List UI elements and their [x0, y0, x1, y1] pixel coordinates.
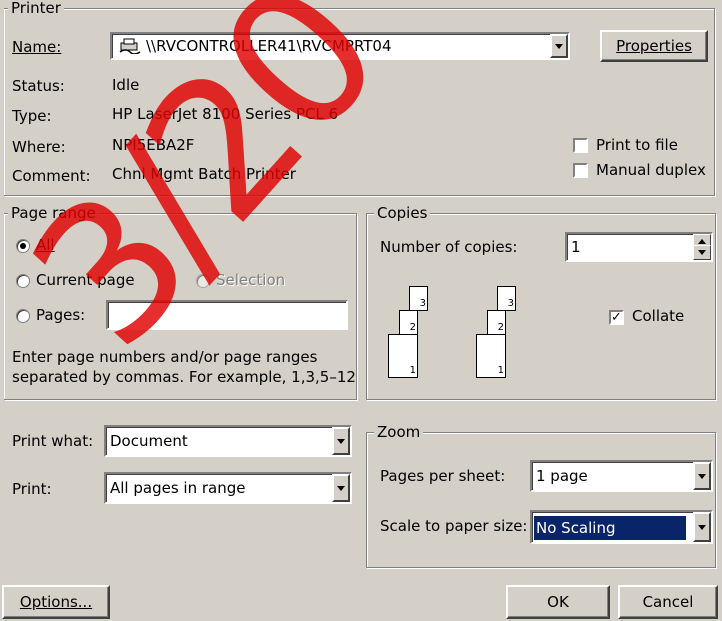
- print-to-file-checkbox[interactable]: [573, 138, 588, 153]
- page-range-current-radio[interactable]: [16, 274, 30, 288]
- printer-name-value: \\RVCONTROLLER41\RVCMPRT04: [146, 37, 392, 55]
- page-range-group-label: Page range: [8, 205, 99, 221]
- chevron-down-icon: [698, 250, 706, 255]
- cancel-button[interactable]: Cancel: [618, 585, 718, 619]
- number-of-copies-value: 1: [571, 238, 581, 256]
- pages-per-sheet-label: Pages per sheet:: [380, 467, 506, 485]
- page-icon: 1: [388, 334, 418, 378]
- print-what-combobox[interactable]: Document: [104, 425, 352, 457]
- chevron-down-icon: [698, 473, 706, 479]
- print-what-dropdown-button[interactable]: [332, 427, 350, 455]
- properties-button[interactable]: Properties: [600, 30, 708, 62]
- collate-label[interactable]: Collate: [632, 307, 684, 325]
- print-combobox[interactable]: All pages in range: [104, 472, 352, 504]
- spinner-down-button[interactable]: [693, 245, 711, 260]
- page-range-all-radio[interactable]: [16, 239, 30, 253]
- status-value: Idle: [112, 76, 140, 94]
- print-what-value: Document: [110, 432, 188, 450]
- collate-checkbox[interactable]: ✓: [609, 310, 624, 325]
- chevron-down-icon: [698, 524, 706, 530]
- options-button[interactable]: Options...: [2, 585, 110, 619]
- name-label: Name:: [12, 38, 62, 56]
- page-icon: 1: [476, 334, 506, 378]
- page-icon: 2: [487, 310, 506, 335]
- comment-value: Chnl Mgmt Batch Printer: [112, 165, 296, 183]
- chevron-down-icon: [337, 485, 345, 491]
- pages-input[interactable]: [106, 300, 348, 330]
- print-label: Print:: [12, 480, 52, 498]
- manual-duplex-label[interactable]: Manual duplex: [596, 161, 706, 179]
- scale-to-paper-size-value: No Scaling: [533, 515, 687, 541]
- page-range-current-label[interactable]: Current page: [36, 271, 135, 289]
- scale-to-paper-size-label: Scale to paper size:: [380, 517, 528, 535]
- chevron-up-icon: [698, 239, 706, 244]
- chevron-down-icon: [337, 438, 345, 444]
- page-icon: 3: [409, 286, 428, 311]
- page-icon: 3: [497, 286, 516, 311]
- status-label: Status:: [12, 77, 65, 95]
- printer-name-dropdown-button[interactable]: [550, 34, 568, 58]
- comment-label: Comment:: [12, 167, 91, 185]
- page-icon: 2: [399, 310, 418, 335]
- network-printer-icon: [118, 38, 142, 55]
- manual-duplex-checkbox[interactable]: [573, 163, 588, 178]
- where-value: NPI5EBA2F: [112, 136, 195, 154]
- page-range-pages-radio[interactable]: [16, 309, 30, 323]
- page-range-help-line2: separated by commas. For example, 1,3,5–…: [12, 368, 356, 386]
- page-range-all-label[interactable]: All: [36, 236, 55, 254]
- scale-to-paper-size-combobox[interactable]: No Scaling: [530, 510, 713, 544]
- pages-per-sheet-combobox[interactable]: 1 page: [530, 460, 713, 492]
- ok-button[interactable]: OK: [506, 585, 610, 619]
- copies-group-label: Copies: [374, 205, 431, 221]
- zoom-group: [366, 432, 716, 568]
- pages-per-sheet-value: 1 page: [536, 467, 588, 485]
- scale-to-paper-size-dropdown-button[interactable]: [693, 512, 711, 542]
- page-range-pages-label[interactable]: Pages:: [36, 306, 85, 324]
- chevron-down-icon: [555, 43, 563, 49]
- page-range-selection-label: Selection: [216, 271, 286, 289]
- printer-name-combobox[interactable]: \\RVCONTROLLER41\RVCMPRT04: [110, 32, 570, 60]
- print-dropdown-button[interactable]: [332, 474, 350, 502]
- number-of-copies-label: Number of copies:: [380, 238, 518, 256]
- number-of-copies-spinner[interactable]: 1: [565, 232, 713, 262]
- type-value: HP LaserJet 8100 Series PCL 6: [112, 105, 339, 123]
- zoom-group-label: Zoom: [374, 424, 424, 440]
- pages-per-sheet-dropdown-button[interactable]: [693, 462, 711, 490]
- page-range-help-line1: Enter page numbers and/or page ranges: [12, 348, 318, 366]
- print-value: All pages in range: [110, 479, 246, 497]
- print-what-label: Print what:: [12, 432, 94, 450]
- where-label: Where:: [12, 138, 66, 156]
- page-range-selection-radio: [196, 274, 210, 288]
- type-label: Type:: [12, 107, 52, 125]
- print-to-file-label[interactable]: Print to file: [596, 136, 678, 154]
- printer-group-label: Printer: [8, 0, 64, 16]
